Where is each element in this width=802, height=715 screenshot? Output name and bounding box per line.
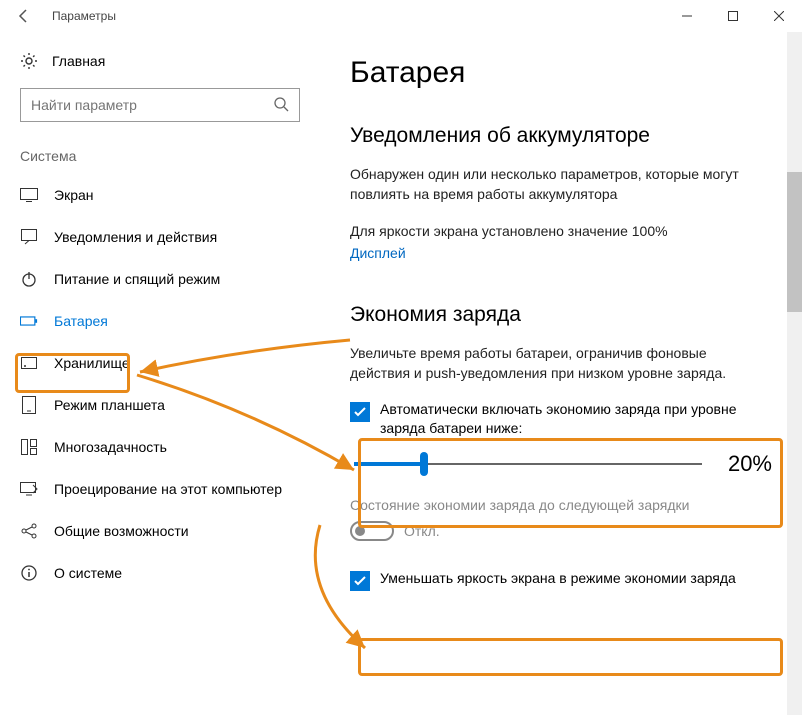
sidebar-item-label: Общие возможности	[54, 523, 189, 539]
sidebar-item-label: Батарея	[54, 313, 108, 329]
content-area: Батарея Уведомления об аккумуляторе Обна…	[320, 32, 802, 715]
search-input[interactable]	[20, 88, 300, 122]
sidebar-item-tablet[interactable]: Режим планшета	[0, 384, 320, 426]
sidebar-item-label: О системе	[54, 565, 122, 581]
threshold-slider[interactable]	[354, 452, 702, 476]
dim-label: Уменьшать яркость экрана в режиме эконом…	[380, 569, 736, 589]
sidebar: Главная Система Экран Уведомления и дейс…	[0, 32, 320, 715]
close-button[interactable]	[756, 0, 802, 32]
section-saver-heading: Экономия заряда	[350, 303, 772, 327]
sidebar-item-label: Питание и спящий режим	[54, 271, 220, 287]
sidebar-item-label: Проецирование на этот компьютер	[54, 481, 282, 497]
category-header: Система	[0, 142, 320, 174]
sidebar-item-shared[interactable]: Общие возможности	[0, 510, 320, 552]
saver-desc: Увеличьте время работы батареи, ограничи…	[350, 343, 770, 384]
dim-checkbox[interactable]	[350, 571, 370, 591]
titlebar: Параметры	[0, 0, 802, 32]
auto-saver-checkbox-row: Автоматически включать экономию заряда п…	[350, 400, 772, 439]
section-notifications-heading: Уведомления об аккумуляторе	[350, 124, 772, 148]
sidebar-item-label: Многозадачность	[54, 439, 167, 455]
brightness-status: Для яркости экрана установлено значение …	[350, 221, 770, 241]
sidebar-item-power[interactable]: Питание и спящий режим	[0, 258, 320, 300]
sidebar-item-label: Уведомления и действия	[54, 229, 217, 245]
maximize-button[interactable]	[710, 0, 756, 32]
search-field[interactable]	[31, 97, 273, 113]
window-title: Параметры	[52, 9, 116, 23]
project-icon	[20, 480, 38, 498]
battery-icon	[20, 312, 38, 330]
notifications-icon	[20, 228, 38, 246]
sidebar-item-label: Экран	[54, 187, 94, 203]
dim-checkbox-row: Уменьшать яркость экрана в режиме эконом…	[350, 569, 772, 591]
tablet-icon	[20, 396, 38, 414]
back-button[interactable]	[4, 0, 44, 32]
auto-saver-checkbox[interactable]	[350, 402, 370, 422]
display-link[interactable]: Дисплей	[350, 243, 770, 263]
sidebar-item-projecting[interactable]: Проецирование на этот компьютер	[0, 468, 320, 510]
sidebar-item-display[interactable]: Экран	[0, 174, 320, 216]
sidebar-item-label: Хранилище	[54, 355, 130, 371]
home-label: Главная	[52, 53, 105, 69]
sidebar-item-label: Режим планшета	[54, 397, 165, 413]
vertical-scrollbar[interactable]	[787, 32, 802, 715]
toggle-state-label: Откл.	[404, 523, 440, 539]
sidebar-item-multitask[interactable]: Многозадачность	[0, 426, 320, 468]
home-nav[interactable]: Главная	[0, 42, 320, 80]
storage-icon	[20, 354, 38, 372]
shared-icon	[20, 522, 38, 540]
info-icon	[20, 564, 38, 582]
search-icon	[273, 96, 289, 115]
display-icon	[20, 186, 38, 204]
until-next-toggle	[350, 521, 394, 541]
notifications-body: Обнаружен один или несколько параметров,…	[350, 164, 770, 205]
page-title: Батарея	[350, 56, 772, 90]
gear-icon	[20, 52, 38, 70]
sidebar-item-about[interactable]: О системе	[0, 552, 320, 594]
until-next-label: Состояние экономии заряда до следующей з…	[350, 495, 770, 515]
power-icon	[20, 270, 38, 288]
sidebar-item-storage[interactable]: Хранилище	[0, 342, 320, 384]
threshold-slider-row: 20%	[354, 451, 772, 477]
scrollbar-thumb[interactable]	[787, 172, 802, 312]
threshold-value: 20%	[722, 451, 772, 477]
minimize-button[interactable]	[664, 0, 710, 32]
sidebar-item-notifications[interactable]: Уведомления и действия	[0, 216, 320, 258]
auto-saver-label: Автоматически включать экономию заряда п…	[380, 400, 760, 439]
sidebar-item-battery[interactable]: Батарея	[0, 300, 320, 342]
multitask-icon	[20, 438, 38, 456]
